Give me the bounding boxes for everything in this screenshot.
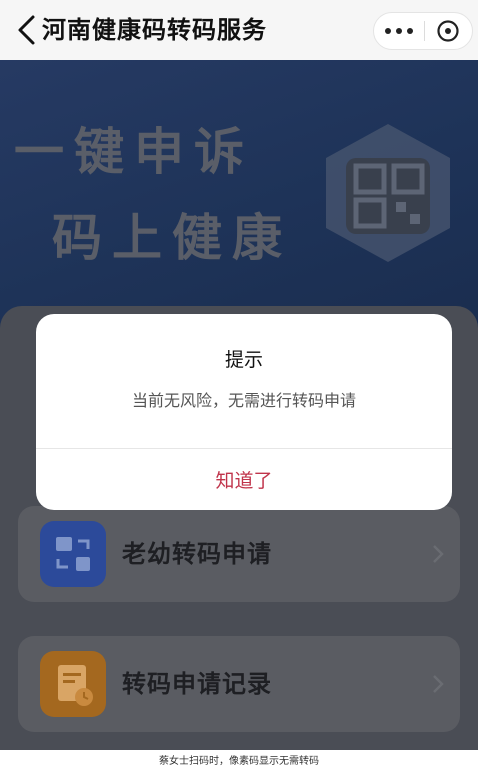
hero-banner: 一键申诉 码上健康: [0, 60, 478, 330]
chevron-right-icon: [433, 545, 444, 563]
menu-item-transfer-records[interactable]: 转码申请记录: [18, 636, 460, 732]
menu-item-label: 老幼转码申请: [122, 540, 272, 568]
chevron-left-icon[interactable]: [14, 13, 40, 47]
top-nav-bar: 河南健康码转码服务: [0, 0, 478, 60]
got-it-button[interactable]: 知道了: [36, 449, 452, 510]
transfer-card-icon: [40, 521, 106, 587]
record-document-icon: [40, 651, 106, 717]
alert-dialog: 提示 当前无风险，无需进行转码申请 知道了: [36, 314, 452, 510]
more-dots-icon[interactable]: [374, 12, 424, 50]
dialog-message: 当前无风险，无需进行转码申请: [131, 391, 356, 410]
qr-code-icon: [326, 124, 450, 262]
chevron-right-icon: [433, 675, 444, 693]
circle-close-icon[interactable]: [424, 12, 472, 50]
menu-item-elder-child-transfer[interactable]: 老幼转码申请: [18, 506, 460, 602]
slogan-line-2: 码上健康: [52, 209, 292, 267]
mini-program-capsule: [373, 12, 473, 50]
image-caption: 蔡女士扫码时，像素码显示无需转码: [159, 756, 319, 767]
dialog-title: 提示: [224, 349, 263, 371]
page-title: 河南健康码转码服务: [42, 16, 267, 44]
menu-item-label: 转码申请记录: [122, 670, 272, 698]
slogan-line-1: 一键申诉: [14, 123, 254, 181]
